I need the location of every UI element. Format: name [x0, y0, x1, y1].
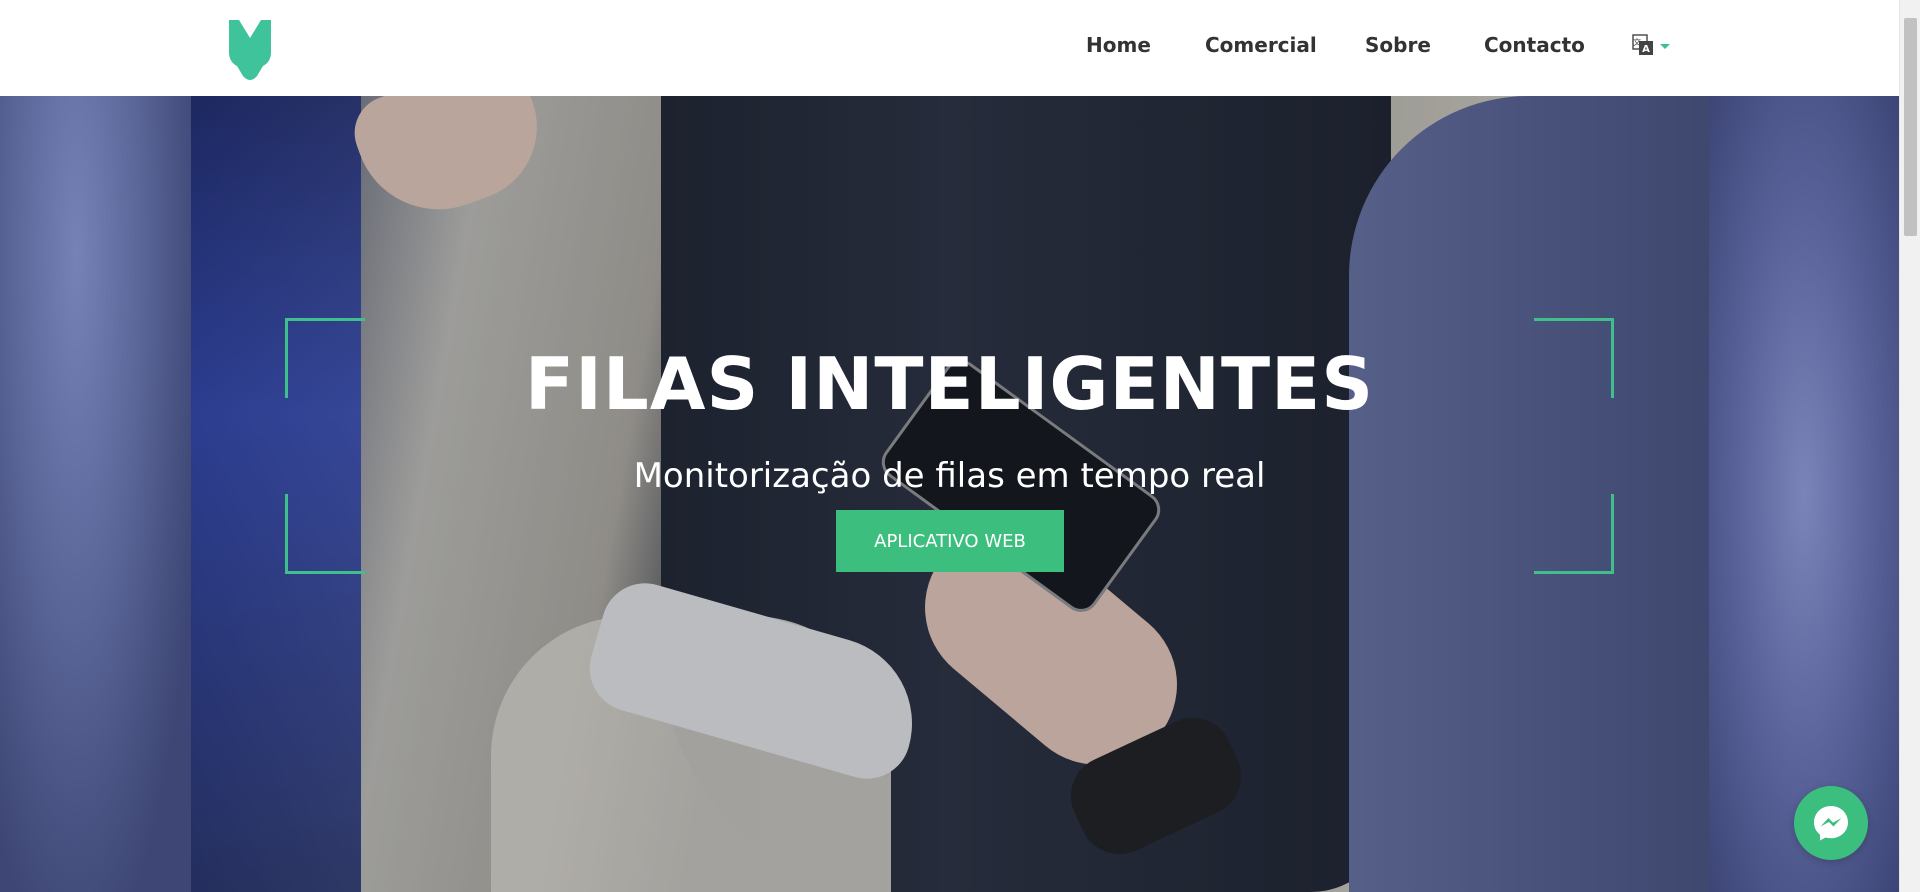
nav-comercial[interactable]: Comercial	[1205, 33, 1317, 57]
logo-icon[interactable]	[227, 18, 273, 82]
messenger-button[interactable]	[1794, 786, 1868, 860]
messenger-icon	[1814, 806, 1848, 841]
hero-subtitle: Monitorização de filas em tempo real	[633, 456, 1266, 496]
nav-sobre[interactable]: Sobre	[1365, 33, 1431, 57]
chevron-down-icon	[1660, 44, 1670, 49]
hero-title: FILAS INTELIGENTES	[524, 342, 1375, 426]
svg-text:A: A	[1642, 44, 1650, 55]
frame-corner-bottom-right	[1534, 494, 1614, 574]
scrollbar-thumb[interactable]	[1904, 18, 1917, 236]
site-header: Home Comercial Sobre Contacto A 文	[0, 0, 1899, 96]
web-app-button[interactable]: APLICATIVO WEB	[836, 510, 1064, 572]
nav-home[interactable]: Home	[1086, 33, 1151, 57]
scrollbar[interactable]	[1899, 0, 1920, 892]
translate-icon: A 文	[1632, 34, 1653, 55]
language-selector[interactable]: A 文	[1632, 34, 1670, 56]
nav-contacto[interactable]: Contacto	[1484, 33, 1585, 57]
hero-banner: FILAS INTELIGENTES Monitorização de fila…	[0, 96, 1899, 892]
svg-text:文: 文	[1633, 37, 1641, 47]
frame-corner-bottom-left	[285, 494, 365, 574]
